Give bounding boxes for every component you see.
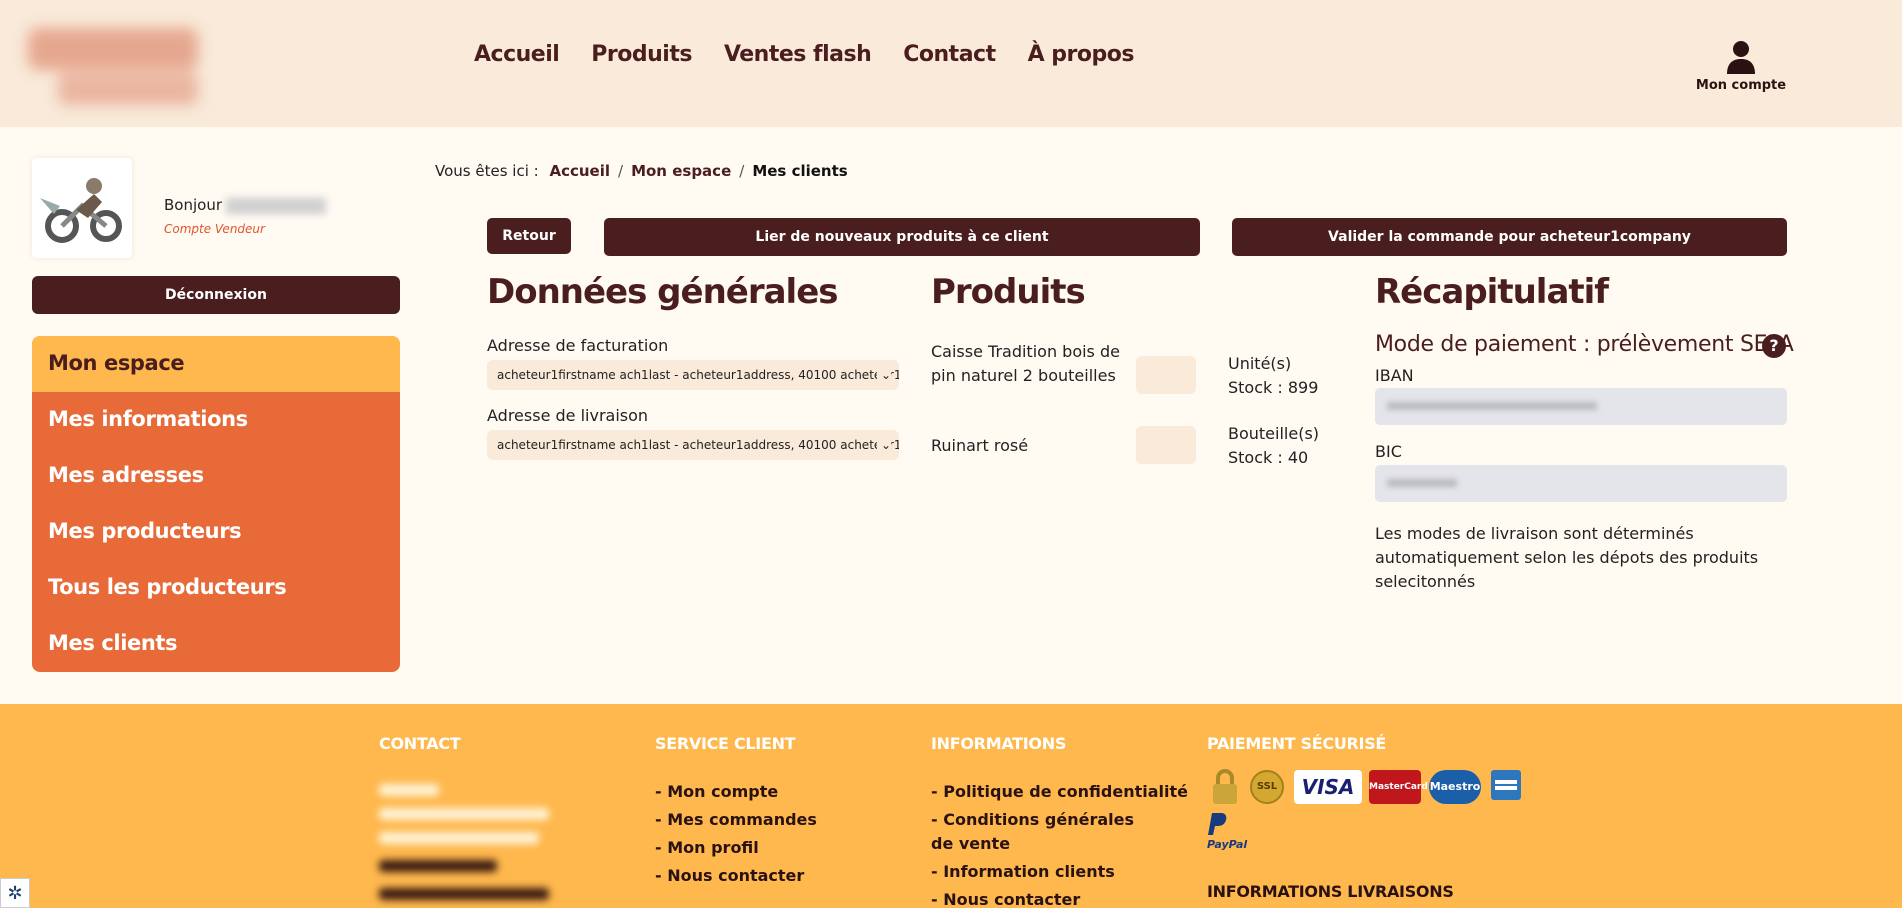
main-nav: Accueil Produits Ventes flash Contact À … — [474, 42, 1134, 67]
footer-info-title: INFORMATIONS — [931, 734, 1067, 753]
product-stock: Unité(s) Stock : 899 — [1228, 354, 1319, 397]
footer-service-title: SERVICE CLIENT — [655, 734, 796, 753]
footer-link-client-info[interactable]: Information clients — [931, 860, 1115, 884]
menu-my-clients[interactable]: Mes clients — [32, 616, 400, 672]
product-name: Caisse Tradition bois de pin naturel 2 b… — [931, 342, 1120, 385]
shipping-address-select[interactable]: acheteur1firstname ach1last - acheteur1a… — [487, 430, 899, 460]
amex-icon — [1491, 770, 1521, 800]
menu-my-addresses[interactable]: Mes adresses — [32, 448, 400, 504]
lock-icon — [1210, 768, 1240, 806]
site-header: Accueil Produits Ventes flash Contact À … — [0, 0, 1902, 127]
avatar — [32, 158, 132, 258]
logout-button[interactable]: Déconnexion — [32, 276, 400, 314]
quantity-input[interactable] — [1136, 356, 1196, 394]
breadcrumb-home[interactable]: Accueil — [549, 162, 610, 180]
shipping-address-label: Adresse de livraison — [487, 406, 649, 425]
menu-my-info[interactable]: Mes informations — [32, 392, 400, 448]
link-products-button[interactable]: Lier de nouveaux produits à ce client — [604, 218, 1200, 256]
contact-redacted — [379, 832, 539, 844]
account-menu: Mon espace Mes informations Mes adresses… — [32, 336, 400, 672]
footer-link-orders[interactable]: Mes commandes — [655, 808, 817, 832]
cms-icon[interactable]: ✲ — [0, 878, 30, 908]
paypal-badge: PayPal — [1207, 812, 1251, 852]
footer-link-profile[interactable]: Mon profil — [655, 836, 759, 860]
nav-contact[interactable]: Contact — [903, 42, 996, 67]
menu-my-space[interactable]: Mon espace — [32, 336, 400, 392]
chevron-down-icon: ⌄ — [876, 430, 891, 460]
general-data-title: Données générales — [487, 272, 839, 312]
nav-home[interactable]: Accueil — [474, 42, 560, 67]
billing-address-label: Adresse de facturation — [487, 336, 669, 355]
footer-link-privacy[interactable]: Politique de confidentialité — [931, 780, 1188, 804]
greeting: Bonjour — [164, 196, 326, 214]
footer-contact-title: CONTACT — [379, 734, 461, 753]
footer-shipping-title: INFORMATIONS LIVRAISONS — [1207, 882, 1454, 901]
footer-payment-title: PAIEMENT SÉCURISÉ — [1207, 734, 1387, 753]
product-name: Ruinart rosé — [931, 436, 1029, 455]
help-icon[interactable]: ? — [1762, 334, 1786, 358]
mastercard-badge: MasterCard — [1369, 770, 1428, 804]
site-logo[interactable] — [18, 18, 208, 113]
account-link[interactable]: Mon compte — [1680, 40, 1802, 93]
user-icon — [1727, 41, 1755, 74]
maestro-badge: Maestro — [1429, 770, 1481, 804]
payment-method: Mode de paiement : prélèvement SEPA — [1375, 332, 1794, 357]
ssl-badge: SSL — [1250, 770, 1284, 804]
footer-link-contact-2[interactable]: Nous contacter — [931, 888, 1080, 908]
user-name-redacted — [226, 197, 326, 214]
contact-redacted — [379, 860, 497, 872]
quantity-input[interactable] — [1136, 426, 1196, 464]
iban-label: IBAN — [1375, 366, 1414, 385]
account-label: Mon compte — [1695, 78, 1787, 93]
breadcrumb-prefix: Vous êtes ici : — [435, 162, 539, 180]
shipping-note: Les modes de livraison sont déterminés a… — [1375, 524, 1759, 591]
iban-field[interactable] — [1375, 388, 1787, 425]
back-button[interactable]: Retour — [487, 218, 571, 254]
billing-address-select[interactable]: acheteur1firstname ach1last - acheteur1a… — [487, 360, 899, 390]
summary-title: Récapitulatif — [1375, 272, 1609, 312]
nav-flash-sales[interactable]: Ventes flash — [724, 42, 872, 67]
bic-label: BIC — [1375, 442, 1402, 461]
validate-order-button[interactable]: Valider la commande pour acheteur1compan… — [1232, 218, 1787, 256]
products-title: Produits — [931, 272, 1086, 312]
site-footer: CONTACT SERVICE CLIENT Mon compte Mes co… — [0, 704, 1902, 908]
paypal-icon — [1208, 813, 1227, 835]
breadcrumb-current: Mes clients — [752, 162, 848, 180]
bic-field[interactable] — [1375, 465, 1787, 502]
breadcrumb: Vous êtes ici : Accueil / Mon espace / Mes c… — [435, 162, 848, 180]
contact-redacted — [379, 784, 439, 796]
nav-about[interactable]: À propos — [1028, 42, 1135, 67]
account-role: Compte Vendeur — [164, 222, 265, 236]
menu-all-producers[interactable]: Tous les producteurs — [32, 560, 400, 616]
contact-redacted — [379, 808, 549, 820]
footer-link-account[interactable]: Mon compte — [655, 780, 778, 804]
menu-my-producers[interactable]: Mes producteurs — [32, 504, 400, 560]
nav-products[interactable]: Produits — [591, 42, 692, 67]
contact-redacted — [379, 888, 549, 900]
visa-badge: VISA — [1294, 770, 1362, 804]
chevron-down-icon: ⌄ — [876, 360, 891, 390]
footer-link-terms[interactable]: Conditions générales de vente — [931, 808, 1161, 856]
product-stock: Bouteille(s) Stock : 40 — [1228, 424, 1320, 467]
footer-link-contact[interactable]: Nous contacter — [655, 864, 804, 888]
breadcrumb-my-space[interactable]: Mon espace — [631, 162, 731, 180]
